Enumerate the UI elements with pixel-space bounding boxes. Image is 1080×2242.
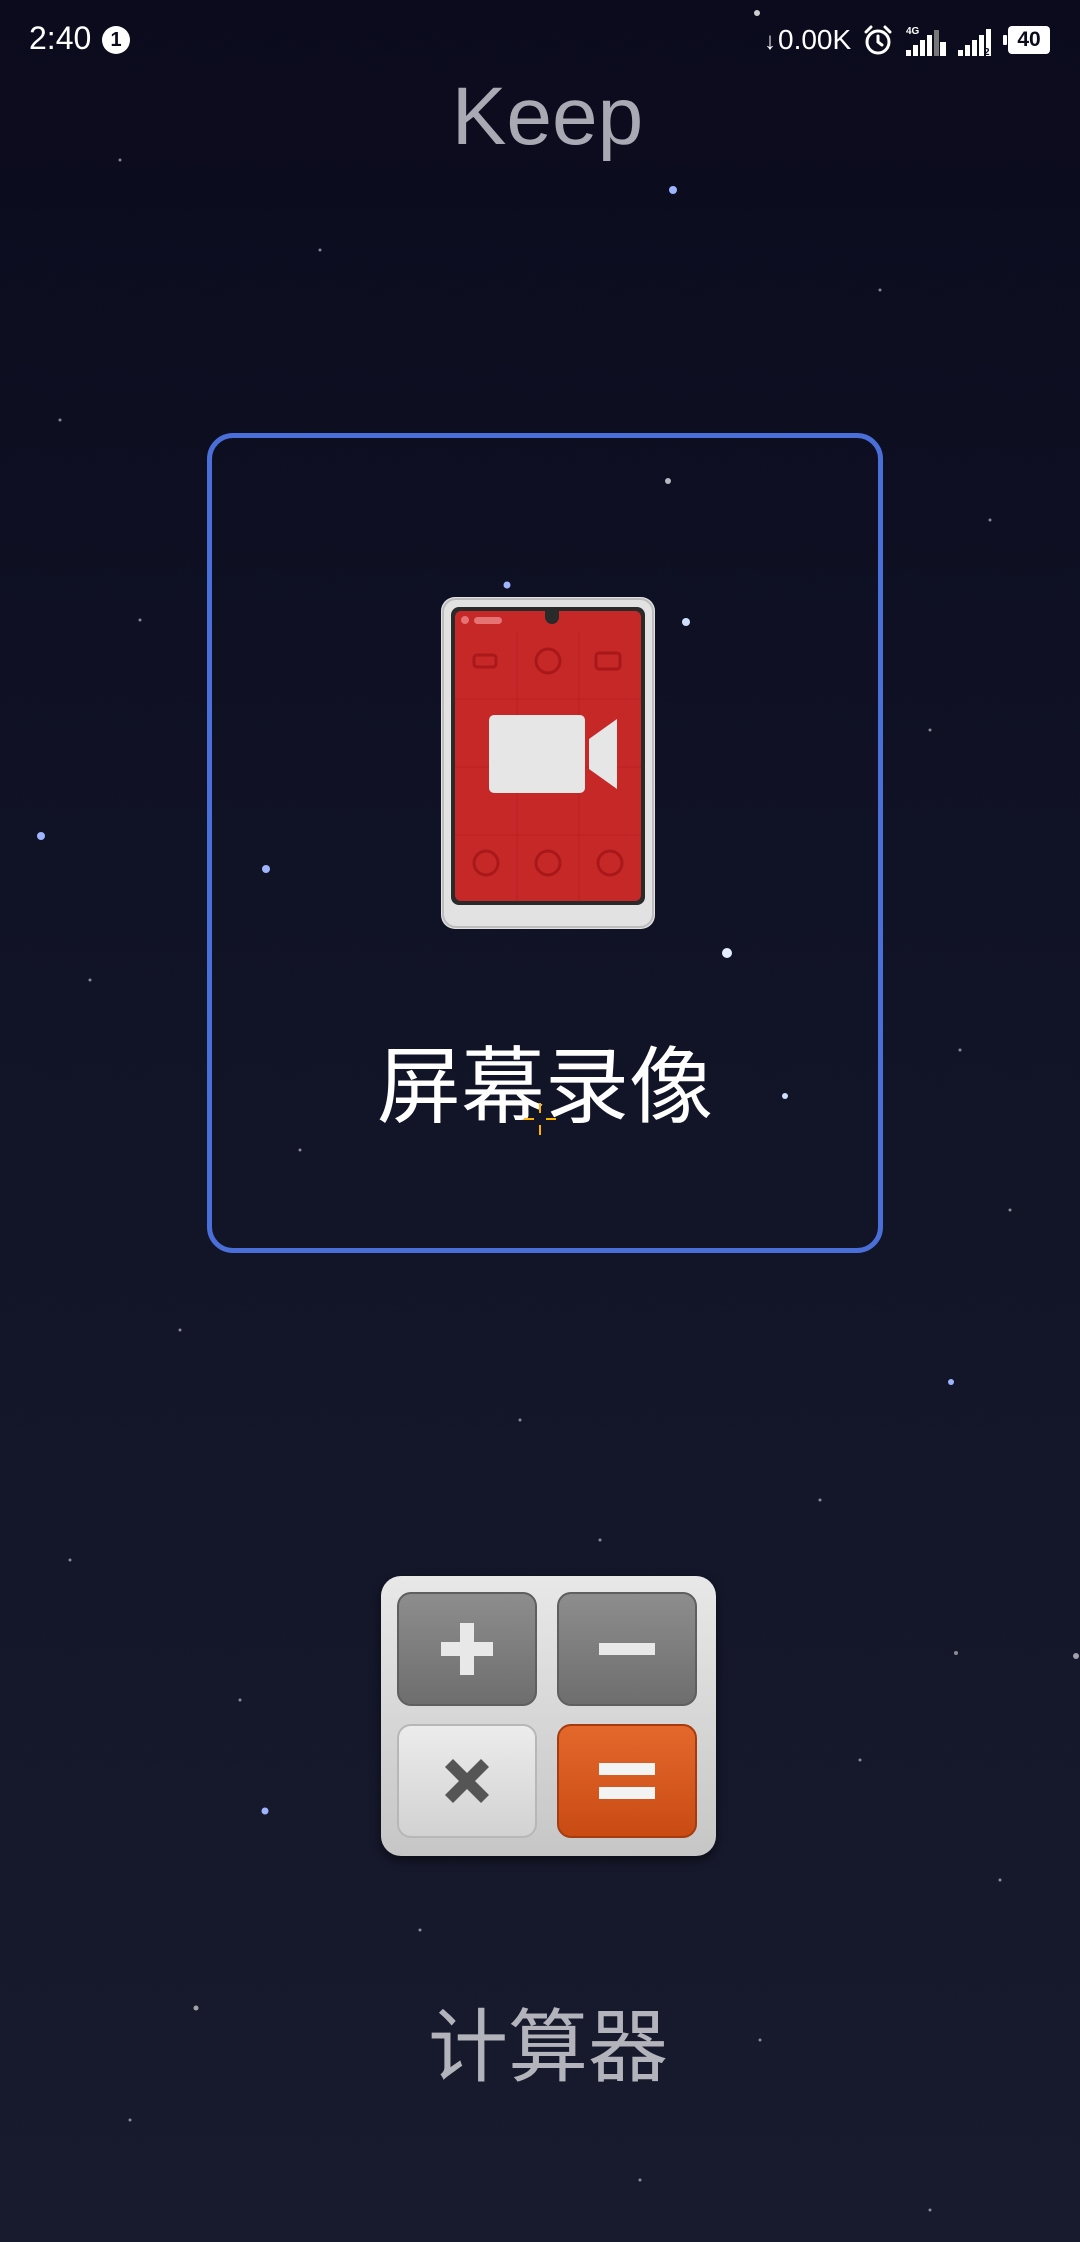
calc-equals-key-icon xyxy=(557,1724,697,1838)
signal-sim2-icon: 2 xyxy=(958,29,991,56)
signal-4g-icon: 4G xyxy=(906,26,946,56)
calc-plus-key-icon xyxy=(397,1592,537,1706)
calculator-icon[interactable] xyxy=(381,1576,716,1856)
signal-4g-label: 4G xyxy=(906,26,920,37)
calculator-label: 计算器 xyxy=(428,2001,668,2094)
screen-recorder-icon xyxy=(441,597,655,929)
alarm-icon xyxy=(864,25,892,55)
touch-cursor-icon xyxy=(524,1103,556,1135)
calc-minus-key-icon xyxy=(557,1592,697,1706)
notification-badge: 1 xyxy=(102,26,130,54)
network-speed-value: 0.00K xyxy=(778,24,852,55)
page-title: Keep xyxy=(451,71,644,162)
status-time: 2:40 xyxy=(29,20,92,56)
battery-indicator: 40 xyxy=(1003,26,1050,54)
download-arrow-icon: ↓ xyxy=(764,28,776,55)
signal-sim2-label: 2 xyxy=(984,47,990,56)
network-speed: ↓0.00K xyxy=(764,24,851,56)
calc-multiply-key-icon xyxy=(397,1724,537,1838)
